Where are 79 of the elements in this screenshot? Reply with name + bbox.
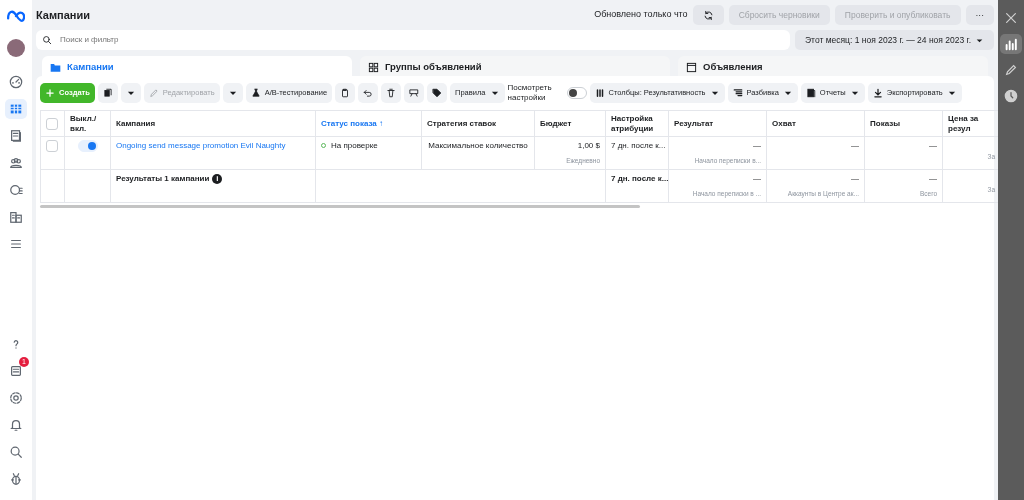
campaign-toggle[interactable] [77,140,98,152]
close-icon [1004,11,1018,25]
tab[interactable]: Кампании [42,56,352,78]
undo-button[interactable] [358,83,379,103]
newspaper-icon [9,364,23,378]
view-settings-label: Посмотреть настройки [507,82,553,104]
budget-amount: 1,00 $ [576,140,600,152]
column-header[interactable]: Стратегия ставок [421,110,535,137]
attribution-setting: 7 дн. после к... [605,169,669,203]
clipboard-icon [340,88,351,98]
result-value: — [752,172,761,185]
column-header[interactable]: Настройка атрибуции [605,110,669,137]
row-checkbox[interactable] [46,140,58,152]
refresh-button[interactable] [692,5,724,25]
search-bar[interactable]: Поиск и фильтр [36,30,791,50]
people-icon [9,156,23,170]
bug-icon [9,472,23,486]
scrollbar[interactable] [40,204,640,208]
bar-chart-button[interactable] [1000,34,1022,54]
search-icon [42,35,52,45]
flask-icon [250,88,261,98]
page-title: Кампании [36,7,91,23]
column-header[interactable]: Бюджет [534,110,606,137]
clipboard-button[interactable] [335,83,356,103]
column-header[interactable]: Выкл./ вкл. [64,110,111,137]
bell-icon [9,418,23,432]
avatar [7,39,25,57]
duplicate-button[interactable] [97,83,118,103]
tab[interactable]: Объявления [678,56,988,78]
column-header[interactable]: Показы [864,110,943,137]
column-header[interactable]: Статус показа ↑ [315,110,422,137]
bid-strategy: Максимальное количество [421,136,535,170]
plus-icon [45,88,55,98]
download-icon [872,88,883,98]
info-icon: i [212,173,223,184]
reach-value: — [850,172,859,185]
search-field[interactable]: Поиск и фильтр [58,33,785,47]
tag-button[interactable] [427,83,448,103]
refresh-icon [702,9,714,21]
pencil-icon [1004,63,1018,77]
column-header[interactable]: Кампания [110,110,316,137]
column-header[interactable]: Охват [766,110,865,137]
page-icon [686,61,697,73]
pencil-icon [148,88,159,98]
select-all-checkbox[interactable] [46,117,58,130]
clock-icon [1004,89,1018,103]
settings-icon [9,391,23,405]
report-icon [805,88,816,98]
bar-chart-icon [1004,37,1018,51]
delete-button[interactable] [381,83,402,103]
tag-icon [432,88,443,98]
view-settings-toggle[interactable] [566,87,587,99]
result-value: — [752,140,761,152]
reach-value: — [766,136,865,170]
status-text: На проверке [331,141,378,150]
pages-icon [9,129,23,143]
grid-icon [368,61,379,73]
date-range-dropdown[interactable]: Этот месяц: 1 ноя 2023 г. — 24 ноя 2023 г. [795,30,994,50]
folder-icon [50,61,61,73]
dropdown-button[interactable] [222,83,243,103]
impressions-value: — [864,136,943,170]
update-status: Обновлено только что [594,8,688,22]
undo-icon [363,88,374,98]
search-icon [9,445,23,459]
trash-icon [386,88,397,98]
column-header[interactable]: Результат [668,110,767,137]
gauge-icon [9,75,23,89]
tab[interactable]: Группы объявлений [360,56,670,78]
impressions-value: — [928,172,937,185]
breakdown-icon [732,88,743,98]
attribution-setting: 7 дн. после к... [605,136,669,170]
table-icon [9,102,23,116]
menu-icon [9,237,23,251]
copy-icon [102,88,113,98]
table-button[interactable] [5,99,27,119]
more-button[interactable]: ··· [965,5,994,25]
summary-label: Результаты 1 кампании [116,173,210,183]
columns-icon [594,88,605,98]
building-icon [9,210,23,224]
